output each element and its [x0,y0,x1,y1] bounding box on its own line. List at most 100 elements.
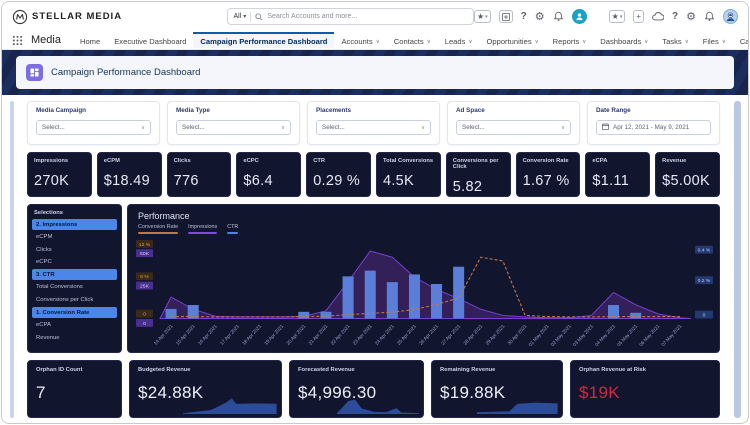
legend-swatch [188,232,217,234]
tab-tasks[interactable]: Tasks∨ [655,32,695,48]
kpi-ecpa[interactable]: eCPA$1.11 [585,152,650,197]
stellar-media-logo-icon [12,9,28,25]
chart-title: Performance [138,211,715,221]
chevron-down-icon: ∨ [427,39,431,45]
app-launcher-waffle-icon[interactable] [12,35,23,46]
tab-files[interactable]: Files∨ [696,32,733,48]
kpi-impressions[interactable]: Impressions270K [27,152,92,197]
tile-orphan-id-count[interactable]: Orphan ID Count 7 [27,360,122,418]
svg-text:0.2 %: 0.2 % [698,278,711,284]
favorites-icon[interactable]: ★▾ [609,10,626,23]
tile-budgeted-revenue[interactable]: Budgeted Revenue $24.88K [129,360,282,418]
kpi-row: Impressions270K eCPM$18.49 Clicks776 eCP… [27,152,720,197]
divider [250,12,251,22]
performance-chart-svg[interactable]: 14 Apr 202115 Apr 202116 Apr 202117 Apr … [134,234,715,346]
tab-reports[interactable]: Reports∨ [546,32,594,48]
placements-select[interactable]: Select...∨ [316,120,431,135]
legend-ctr[interactable]: CTR [227,224,238,234]
chart-legend: Conversion Rate Impressions CTR [138,224,715,234]
app-nav-bar: Media Home Executive Dashboard Campaign … [2,31,748,50]
selection-conversions-per-click[interactable]: Conversions per Click [32,295,117,306]
svg-text:06 May 2021: 06 May 2021 [638,323,661,346]
chevron-down-icon: ▾ [243,13,246,20]
tab-campaigns[interactable]: Campaigns∨ [733,32,749,48]
tab-contacts[interactable]: Contacts∨ [387,32,438,48]
media-type-select[interactable]: Select...∨ [176,120,291,135]
tab-dashboards[interactable]: Dashboards∨ [593,32,655,48]
favorites-icon[interactable]: ★▾ [474,10,491,23]
chevron-down-icon: ∨ [644,39,648,45]
legend-conversion-rate[interactable]: Conversion Rate [138,224,178,234]
date-range-input[interactable]: Apr 12, 2021 - May 9, 2021 [596,120,711,135]
cloud-icon[interactable] [652,12,664,21]
selections-panel: Selections 2. Impressions eCPM Clicks eC… [27,204,122,353]
risk-value: $19K [579,383,711,403]
tile-remaining-revenue[interactable]: Remaining Revenue $19.88K [431,360,563,418]
header-utilities: ★▾ ? ⚙ ★▾ + ? ⚙ [474,9,738,24]
bottom-tile-row: Orphan ID Count 7 Budgeted Revenue $24.8… [27,360,720,418]
kpi-ecpc[interactable]: eCPC$6.4 [236,152,301,197]
kpi-conversions-per-click[interactable]: Conversions per Click5.82 [446,152,511,197]
notifications-bell-icon[interactable] [553,11,564,22]
tab-home[interactable]: Home [73,32,107,48]
middle-row: Selections 2. Impressions eCPM Clicks eC… [27,204,720,353]
selection-conversion-rate[interactable]: 1. Conversion Rate [32,307,117,318]
page-header: Campaign Performance Dashboard [16,56,734,89]
legend-swatch [227,232,238,234]
user-avatar[interactable] [572,9,587,24]
kpi-total-conversions[interactable]: Total Conversions4.5K [376,152,441,197]
global-search[interactable]: All▾ Search Accounts and more... [227,8,474,25]
filter-date-range: Date Range Apr 12, 2021 - May 9, 2021 [587,101,720,145]
setup-gear-icon[interactable]: ⚙ [686,10,696,23]
svg-text:0: 0 [143,311,146,317]
tile-orphan-revenue-at-risk[interactable]: Orphan Revenue at Risk $19K [570,360,720,418]
ad-space-select[interactable]: Select...∨ [456,120,571,135]
tab-campaign-performance-dashboard[interactable]: Campaign Performance Dashboard [193,32,334,48]
kpi-conversion-rate[interactable]: Conversion Rate1.67 % [516,152,581,197]
notifications-bell-icon[interactable] [704,11,715,22]
left-scrollbar[interactable] [10,101,14,418]
legend-impressions[interactable]: Impressions [188,224,217,234]
tab-accounts[interactable]: Accounts∨ [334,32,386,48]
selection-impressions[interactable]: 2. Impressions [32,219,117,230]
filter-row: Media Campaign Select...∨ Media Type Sel… [27,101,720,145]
astronaut-avatar[interactable] [723,9,738,24]
svg-text:25 Apr 2021: 25 Apr 2021 [396,323,418,346]
svg-text:0: 0 [143,320,146,326]
selection-total-conversions[interactable]: Total Conversions [32,282,117,293]
chevron-down-icon: ∨ [535,39,539,45]
svg-text:07 May 2021: 07 May 2021 [660,323,683,346]
dashboard-icon [26,64,43,81]
search-scope-dropdown[interactable]: All▾ [234,13,247,20]
selection-ctr[interactable]: 3. CTR [32,269,117,280]
svg-text:12 %: 12 % [139,241,151,247]
kpi-ecpm[interactable]: eCPM$18.49 [97,152,162,197]
selection-clicks[interactable]: Clicks [32,244,117,255]
kpi-ctr[interactable]: CTR0.29 % [306,152,371,197]
tab-opportunities[interactable]: Opportunities∨ [479,32,545,48]
setup-gear-icon[interactable]: ⚙ [535,10,545,23]
vertical-scrollbar[interactable] [734,101,741,418]
selection-revenue[interactable]: Revenue [32,332,117,343]
add-grid-icon[interactable] [499,10,513,23]
svg-text:23 Apr 2021: 23 Apr 2021 [352,323,374,346]
theme-banner: Campaign Performance Dashboard [2,50,748,95]
svg-text:6 %: 6 % [140,274,149,280]
svg-text:19 Apr 2021: 19 Apr 2021 [263,323,285,346]
kpi-clicks[interactable]: Clicks776 [167,152,232,197]
media-campaign-select[interactable]: Select...∨ [36,120,151,135]
svg-text:15 Apr 2021: 15 Apr 2021 [175,323,197,346]
help-icon[interactable]: ? [521,11,527,22]
tab-executive-dashboard[interactable]: Executive Dashboard [107,32,193,48]
selection-ecpa[interactable]: eCPA [32,320,117,331]
selection-ecpm[interactable]: eCPM [32,232,117,243]
app-name: Media [31,34,61,46]
add-icon[interactable]: + [633,10,644,23]
kpi-revenue[interactable]: Revenue$5.00K [655,152,720,197]
selection-ecpc[interactable]: eCPC [32,257,117,268]
page-title: Campaign Performance Dashboard [51,67,200,78]
svg-text:03 May 2021: 03 May 2021 [572,323,595,346]
help-icon[interactable]: ? [672,11,678,22]
tile-forecasted-revenue[interactable]: Forecasted Revenue $4,996.30 [289,360,424,418]
tab-leads[interactable]: Leads∨ [438,32,480,48]
